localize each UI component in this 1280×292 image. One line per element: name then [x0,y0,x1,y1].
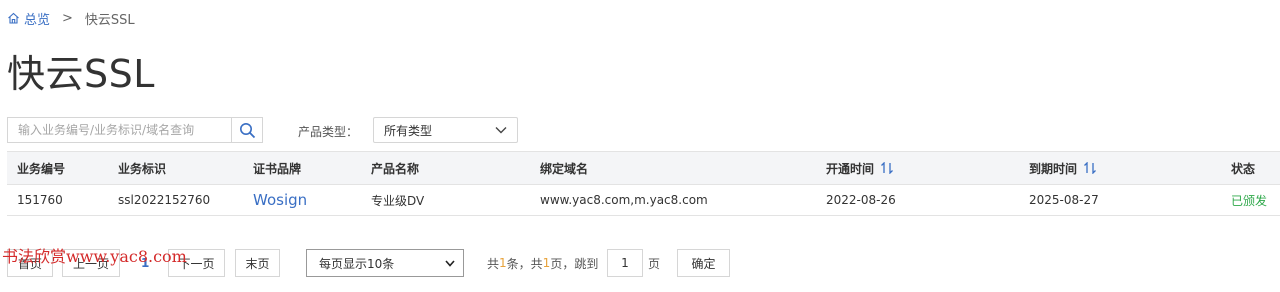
search-icon [239,122,255,138]
col-header-expires[interactable]: 到期时间 [1029,152,1097,184]
last-page-button[interactable]: 末页 [235,249,280,277]
col-header-status: 状态 [1231,161,1256,176]
page-unit: 页 [648,256,661,271]
breadcrumb-home-label[interactable]: 总览 [24,9,50,28]
summary-mid: 条，共 [506,256,543,271]
breadcrumb: 总览 > 快云SSL [7,9,135,28]
status-badge: 已颁发 [1231,193,1268,208]
cell-identifier: ssl2022152760 [118,193,211,207]
per-page-select[interactable]: 每页显示10条 [306,249,464,277]
cell-brand[interactable]: Wosign [253,185,307,215]
product-type-label: 产品类型： [298,125,359,139]
col-header-domains: 绑定域名 [540,161,589,176]
pagination-summary: 共 1 条，共 1 页，跳到 [487,249,598,277]
table-header: 业务编号 业务标识 证书品牌 产品名称 绑定域名 开通时间 到期时间 状态 [7,151,1280,185]
cell-domains: www.yac8.com,m.yac8.com [540,193,708,207]
search-box [7,117,263,143]
col-header-identifier: 业务标识 [118,161,167,176]
summary-prefix: 共 [487,256,500,271]
sort-icon[interactable] [1083,162,1097,174]
jump-page-input[interactable]: 1 [607,249,643,277]
table-row[interactable]: 151760 ssl2022152760 Wosign 专业级DV www.ya… [7,185,1280,216]
col-header-product: 产品名称 [371,161,420,176]
col-header-id: 业务编号 [17,161,66,176]
col-header-opened-label: 开通时间 [826,161,875,176]
page-title: 快云SSL [7,52,155,96]
breadcrumb-current: 快云SSL [84,12,135,28]
search-input[interactable] [8,118,231,142]
col-header-opened[interactable]: 开通时间 [826,152,894,184]
total-items: 1 [499,256,507,270]
cell-opened: 2022-08-26 [826,193,896,207]
breadcrumb-home[interactable]: 总览 [7,9,50,28]
chevron-down-icon [495,127,507,134]
search-button[interactable] [231,118,262,142]
total-pages: 1 [542,256,551,270]
sort-icon[interactable] [880,162,894,174]
col-header-brand: 证书品牌 [253,161,302,176]
cell-product: 专业级DV [371,193,425,208]
product-type-value: 所有类型 [384,123,433,138]
confirm-jump-button[interactable]: 确定 [677,249,730,277]
col-header-expires-label: 到期时间 [1029,161,1078,176]
summary-suffix: 页，跳到 [550,256,599,271]
breadcrumb-separator: > [62,10,73,26]
product-type-select[interactable]: 所有类型 [373,117,518,143]
pagination: 首页 上一页 1 下一页 末页 每页显示10条 共 1 条，共 1 页，跳到 1 页 确… [0,249,1280,279]
services-table: 业务编号 业务标识 证书品牌 产品名称 绑定域名 开通时间 到期时间 状态 15… [7,151,1280,216]
home-icon [8,12,19,24]
per-page-value: 每页显示10条 [319,256,395,271]
cell-id: 151760 [17,193,63,207]
chevron-down-icon [445,259,455,267]
cell-expires: 2025-08-27 [1029,193,1099,207]
watermark: 书法欣赏www.yac8.com [2,247,187,266]
